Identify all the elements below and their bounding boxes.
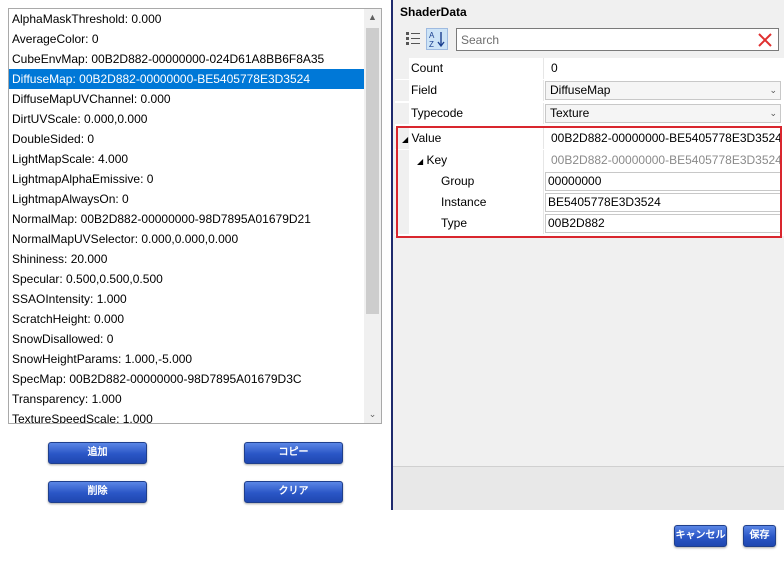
row-gutter xyxy=(395,103,409,124)
row-gutter xyxy=(395,58,409,79)
list-vertical-scrollbar[interactable]: ▲ ⌄ xyxy=(364,9,381,423)
row-gutter xyxy=(395,171,409,192)
list-item[interactable]: LightMapScale: 4.000 xyxy=(9,149,365,169)
list-item[interactable]: DiffuseMapUVChannel: 0.000 xyxy=(9,89,365,109)
list-item[interactable]: Transparency: 1.000 xyxy=(9,389,365,409)
field-dropdown[interactable]: DiffuseMap ⌄ xyxy=(545,81,781,100)
categorized-view-button[interactable] xyxy=(403,28,425,50)
list-item[interactable]: TextureSpeedScale: 1.000 xyxy=(9,409,365,423)
property-row-type[interactable]: Type 00B2D882 xyxy=(395,213,784,234)
typecode-dropdown[interactable]: Texture ⌄ xyxy=(545,104,781,123)
list-item[interactable]: NormalMap: 00B2D882-00000000-98D7895A016… xyxy=(9,209,365,229)
property-row-count[interactable]: Count 0 xyxy=(395,58,784,79)
row-gutter xyxy=(395,192,409,213)
property-label: ◢ Value xyxy=(402,128,441,149)
type-input[interactable]: 00B2D882 xyxy=(545,214,781,233)
list-item[interactable]: Specular: 0.500,0.500,0.500 xyxy=(9,269,365,289)
panel-title: ShaderData xyxy=(400,5,467,19)
description-pane xyxy=(393,466,784,510)
list-items-container: AlphaMaskThreshold: 0.000 AverageColor: 0… xyxy=(9,9,365,423)
property-label: Type xyxy=(441,216,468,230)
property-row-group[interactable]: Group 00000000 xyxy=(395,171,784,192)
row-gutter xyxy=(395,213,409,234)
column-separator xyxy=(543,150,544,171)
property-label: ◢ Key xyxy=(417,150,447,171)
list-item[interactable]: CubeEnvMap: 00B2D882-00000000-024D61A8BB… xyxy=(9,49,365,69)
list-item[interactable]: AverageColor: 0 xyxy=(9,29,365,49)
list-item[interactable]: LightmapAlphaEmissive: 0 xyxy=(9,169,365,189)
save-button[interactable]: 保存 xyxy=(743,525,776,547)
list-item[interactable]: SpecMap: 00B2D882-00000000-98D7895A01679… xyxy=(9,369,365,389)
column-separator xyxy=(543,80,544,101)
instance-input[interactable]: BE5405778E3D3524 xyxy=(545,193,781,212)
cancel-button[interactable]: キャンセル xyxy=(674,525,727,547)
list-item[interactable]: DirtUVScale: 0.000,0.000 xyxy=(9,109,365,129)
list-item[interactable]: ScratchHeight: 0.000 xyxy=(9,309,365,329)
list-item[interactable]: SSAOIntensity: 1.000 xyxy=(9,289,365,309)
typecode-dropdown-value: Texture xyxy=(550,106,590,120)
property-value-value: 00B2D882-00000000-BE5405778E3D3524 xyxy=(551,131,782,145)
close-icon[interactable] xyxy=(756,30,774,49)
delete-button[interactable]: 削除 xyxy=(48,481,147,503)
list-item[interactable]: DiffuseMap: 00B2D882-00000000-BE5405778E… xyxy=(9,69,365,89)
sort-alphabetical-icon: A Z xyxy=(429,31,445,49)
property-label: Count xyxy=(411,61,444,75)
property-grid: Count 0 Field DiffuseMap ⌄ Typecode Text… xyxy=(395,58,784,236)
list-item[interactable]: AlphaMaskThreshold: 0.000 xyxy=(9,9,365,29)
list-item[interactable]: SnowHeightParams: 1.000,-5.000 xyxy=(9,349,365,369)
triangle-down-icon[interactable]: ◢ xyxy=(402,135,408,144)
property-label: Typecode xyxy=(411,106,464,120)
property-row-value[interactable]: ◢ Value 00B2D882-00000000-BE5405778E3D35… xyxy=(395,128,784,149)
property-grid-panel: ShaderData A Z Count 0 xyxy=(393,0,784,510)
add-button[interactable]: 追加 xyxy=(48,442,147,464)
row-gutter xyxy=(395,150,409,171)
scroll-up-arrow-icon[interactable]: ▲ xyxy=(364,9,381,26)
list-item[interactable]: NormalMapUVSelector: 0.000,0.000,0.000 xyxy=(9,229,365,249)
property-row-key[interactable]: ◢ Key 00B2D882-00000000-BE5405778E3D3524 xyxy=(395,150,784,171)
shader-parameter-list[interactable]: AlphaMaskThreshold: 0.000 AverageColor: 0… xyxy=(8,8,382,424)
search-input[interactable] xyxy=(457,29,747,50)
column-separator xyxy=(543,192,544,213)
list-item[interactable]: Shininess: 20.000 xyxy=(9,249,365,269)
scrollbar-thumb[interactable] xyxy=(366,28,379,314)
field-dropdown-value: DiffuseMap xyxy=(550,83,611,97)
row-gutter xyxy=(395,80,409,101)
list-item[interactable]: SnowDisallowed: 0 xyxy=(9,329,365,349)
property-value-count[interactable]: 0 xyxy=(547,58,783,79)
copy-button[interactable]: コピー xyxy=(244,442,343,464)
property-label: Group xyxy=(441,174,475,188)
property-label: Field xyxy=(411,83,438,97)
column-separator xyxy=(543,128,544,149)
svg-text:Z: Z xyxy=(429,40,434,49)
triangle-down-icon[interactable]: ◢ xyxy=(417,157,423,166)
property-row-typecode[interactable]: Typecode Texture ⌄ xyxy=(395,103,784,124)
chevron-down-icon: ⌄ xyxy=(769,85,777,95)
scroll-down-arrow-icon[interactable]: ⌄ xyxy=(364,406,381,423)
alphabetical-sort-button[interactable]: A Z xyxy=(426,28,448,50)
property-row-instance[interactable]: Instance BE5405778E3D3524 xyxy=(395,192,784,213)
property-row-field[interactable]: Field DiffuseMap ⌄ xyxy=(395,80,784,101)
column-separator xyxy=(543,103,544,124)
svg-text:A: A xyxy=(429,31,435,40)
categorized-view-icon xyxy=(406,32,420,45)
list-item[interactable]: LightmapAlwaysOn: 0 xyxy=(9,189,365,209)
column-separator xyxy=(543,171,544,192)
property-value-key: 00B2D882-00000000-BE5405778E3D3524 xyxy=(551,153,782,167)
value-label: Value xyxy=(411,131,442,145)
chevron-down-icon: ⌄ xyxy=(769,108,777,118)
list-item[interactable]: DoubleSided: 0 xyxy=(9,129,365,149)
property-search-box xyxy=(456,28,779,51)
group-input[interactable]: 00000000 xyxy=(545,172,781,191)
key-label: Key xyxy=(426,153,448,167)
column-separator xyxy=(543,58,544,79)
column-separator xyxy=(543,213,544,234)
property-label: Instance xyxy=(441,195,487,209)
clear-button[interactable]: クリア xyxy=(244,481,343,503)
